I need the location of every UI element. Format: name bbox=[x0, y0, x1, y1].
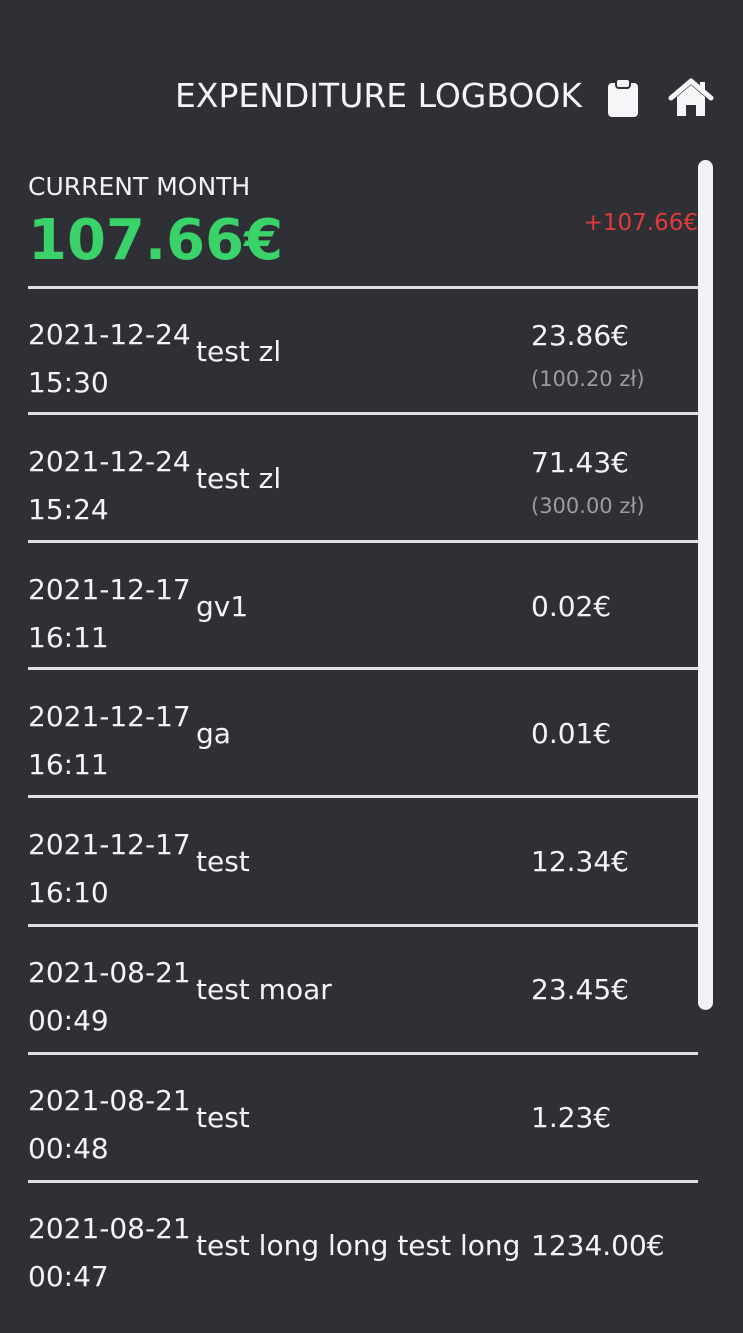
entry-datetime: 2021-08-21 00:48 bbox=[28, 1077, 191, 1173]
current-month-summary: CURRENT MONTH 107.66€ +107.66€ bbox=[28, 172, 698, 287]
entry-time: 16:11 bbox=[28, 748, 109, 781]
entry-datetime: 2021-12-17 16:11 bbox=[28, 693, 191, 789]
entry-description: ga bbox=[196, 717, 231, 750]
home-icon bbox=[668, 78, 714, 116]
app-header: EXPENDITURE LOGBOOK bbox=[0, 60, 743, 132]
entry-time: 00:48 bbox=[28, 1132, 109, 1165]
entry-description: test bbox=[196, 1101, 250, 1134]
entry-date: 2021-12-17 bbox=[28, 573, 191, 606]
entry-amount: 0.01€ bbox=[531, 717, 612, 750]
entry-date: 2021-08-21 bbox=[28, 1084, 191, 1117]
entry-datetime: 2021-08-21 00:49 bbox=[28, 949, 191, 1045]
home-button[interactable] bbox=[667, 74, 715, 122]
expense-list[interactable]: CURRENT MONTH 107.66€ +107.66€ 2021-12-2… bbox=[0, 150, 743, 1333]
entry-time: 15:30 bbox=[28, 366, 109, 399]
entry-description: test bbox=[196, 845, 250, 878]
entry-amount: 1234.00€ bbox=[531, 1229, 665, 1262]
divider bbox=[28, 795, 698, 798]
entry-date: 2021-12-17 bbox=[28, 700, 191, 733]
entry-time: 15:24 bbox=[28, 493, 109, 526]
entry-time: 16:10 bbox=[28, 876, 109, 909]
entry-amount: 23.45€ bbox=[531, 973, 629, 1006]
entry-original-amount: (300.00 zł) bbox=[531, 494, 645, 518]
entry-datetime: 2021-12-24 15:30 bbox=[28, 311, 191, 407]
expense-row[interactable]: 2021-12-17 16:10 test 12.34€ bbox=[28, 799, 698, 924]
entry-description: test moar bbox=[196, 973, 332, 1006]
divider bbox=[28, 412, 698, 415]
entry-time: 00:49 bbox=[28, 1004, 109, 1037]
entry-date: 2021-12-24 bbox=[28, 318, 191, 351]
entry-date: 2021-12-24 bbox=[28, 445, 191, 478]
entry-date: 2021-12-17 bbox=[28, 828, 191, 861]
expense-row[interactable]: 2021-08-21 00:48 test 1.23€ bbox=[28, 1055, 698, 1180]
expense-row[interactable]: 2021-12-24 15:24 test zl 71.43€ (300.00 … bbox=[28, 416, 698, 541]
entry-time: 00:47 bbox=[28, 1260, 109, 1293]
entry-datetime: 2021-08-21 00:47 bbox=[28, 1205, 191, 1301]
page-title: EXPENDITURE LOGBOOK bbox=[175, 76, 583, 115]
divider bbox=[28, 667, 698, 670]
expense-row[interactable]: 2021-08-21 00:47 test long long test lon… bbox=[28, 1183, 698, 1308]
entry-description: test long long test long bbox=[196, 1229, 521, 1262]
expense-row[interactable]: 2021-12-17 16:11 ga 0.01€ bbox=[28, 671, 698, 796]
entry-amount: 1.23€ bbox=[531, 1101, 612, 1134]
expense-row[interactable]: 2021-12-17 16:11 gv1 0.02€ bbox=[28, 544, 698, 669]
expense-row[interactable]: 2021-08-21 00:49 test moar 23.45€ bbox=[28, 927, 698, 1052]
entry-description: gv1 bbox=[196, 590, 249, 623]
entry-amount: 0.02€ bbox=[531, 590, 612, 623]
current-month-label: CURRENT MONTH bbox=[28, 172, 251, 201]
entry-original-amount: (100.20 zł) bbox=[531, 367, 645, 391]
entry-datetime: 2021-12-17 16:11 bbox=[28, 566, 191, 662]
expense-row[interactable]: 2021-12-24 15:30 test zl 23.86€ (100.20 … bbox=[28, 289, 698, 414]
entry-datetime: 2021-12-24 15:24 bbox=[28, 438, 191, 534]
entry-time: 16:11 bbox=[28, 621, 109, 654]
entry-amount: 23.86€ bbox=[531, 319, 629, 352]
divider bbox=[28, 540, 698, 543]
clipboard-button[interactable] bbox=[599, 74, 647, 122]
current-month-total: 107.66€ bbox=[28, 208, 284, 273]
entry-date: 2021-08-21 bbox=[28, 956, 191, 989]
entry-date: 2021-08-21 bbox=[28, 1212, 191, 1245]
entry-amount: 71.43€ bbox=[531, 446, 629, 479]
entry-description: test zl bbox=[196, 335, 282, 368]
entry-description: test zl bbox=[196, 462, 282, 495]
entry-amount: 12.34€ bbox=[531, 845, 629, 878]
entry-datetime: 2021-12-17 16:10 bbox=[28, 821, 191, 917]
scrollbar[interactable] bbox=[698, 160, 713, 1010]
clipboard-icon bbox=[608, 78, 638, 117]
current-month-diff: +107.66€ bbox=[583, 210, 698, 236]
